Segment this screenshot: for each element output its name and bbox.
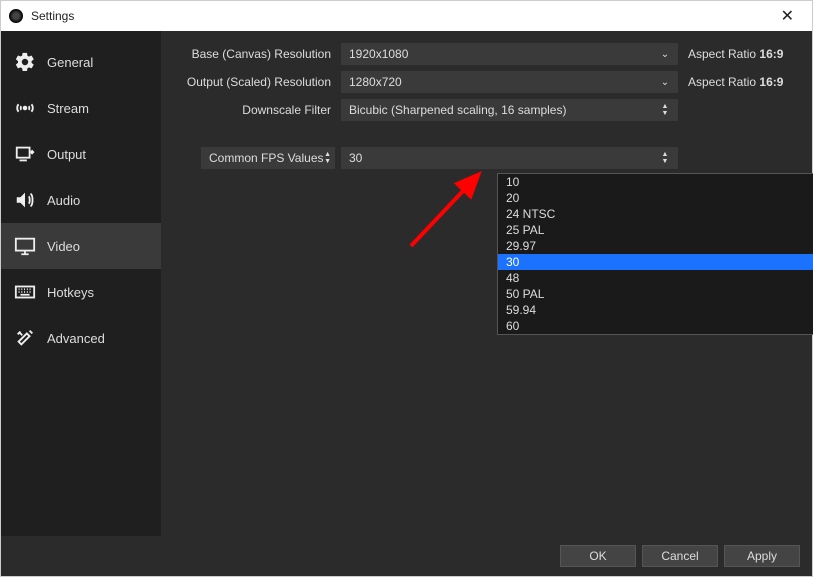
ok-button[interactable]: OK: [560, 545, 636, 567]
sidebar-item-label: Video: [47, 239, 80, 254]
base-resolution-label: Base (Canvas) Resolution: [171, 47, 341, 61]
sidebar-item-hotkeys[interactable]: Hotkeys: [1, 269, 161, 315]
base-aspect: Aspect Ratio 16:9: [678, 47, 802, 61]
sidebar-item-stream[interactable]: Stream: [1, 85, 161, 131]
fps-option[interactable]: 60: [498, 318, 813, 334]
chevron-down-icon: ⌄: [656, 71, 674, 93]
downscale-filter-label: Downscale Filter: [171, 103, 341, 117]
fps-option[interactable]: 10: [498, 174, 813, 190]
gear-icon: [13, 50, 37, 74]
settings-window: Settings ✕ General Stream Output Audio: [0, 0, 813, 577]
speaker-icon: [13, 188, 37, 212]
tools-icon: [13, 326, 37, 350]
fps-type-combo[interactable]: Common FPS Values ▲▼: [201, 147, 335, 169]
stepper-icon: ▲▼: [656, 99, 674, 121]
fps-value: 30: [349, 151, 362, 165]
output-icon: [13, 142, 37, 166]
stepper-icon: ▲▼: [656, 147, 674, 169]
sidebar-item-audio[interactable]: Audio: [1, 177, 161, 223]
fps-option[interactable]: 59.94: [498, 302, 813, 318]
output-resolution-combo[interactable]: 1280x720 ⌄: [341, 71, 678, 93]
fps-option[interactable]: 48: [498, 270, 813, 286]
obs-icon: [9, 9, 23, 23]
window-title: Settings: [31, 9, 74, 23]
base-resolution-value: 1920x1080: [349, 47, 408, 61]
fps-value-combo[interactable]: 30 ▲▼: [341, 147, 678, 169]
annotation-arrow: [401, 166, 501, 256]
sidebar-item-label: Hotkeys: [47, 285, 94, 300]
downscale-filter-value: Bicubic (Sharpened scaling, 16 samples): [349, 103, 566, 117]
base-resolution-combo[interactable]: 1920x1080 ⌄: [341, 43, 678, 65]
apply-button[interactable]: Apply: [724, 545, 800, 567]
fps-option[interactable]: 50 PAL: [498, 286, 813, 302]
downscale-filter-combo[interactable]: Bicubic (Sharpened scaling, 16 samples) …: [341, 99, 678, 121]
sidebar-item-label: Advanced: [47, 331, 105, 346]
fps-dropdown[interactable]: 102024 NTSC25 PAL29.97304850 PAL59.9460: [497, 173, 813, 335]
content-panel: Base (Canvas) Resolution 1920x1080 ⌄ Asp…: [161, 31, 812, 536]
fps-option[interactable]: 29.97: [498, 238, 813, 254]
footer: OK Cancel Apply: [1, 536, 812, 576]
sidebar-item-video[interactable]: Video: [1, 223, 161, 269]
output-aspect: Aspect Ratio 16:9: [678, 75, 802, 89]
stepper-icon: ▲▼: [324, 151, 331, 165]
keyboard-icon: [13, 280, 37, 304]
sidebar-item-label: Output: [47, 147, 86, 162]
sidebar-item-label: General: [47, 55, 93, 70]
fps-option[interactable]: 25 PAL: [498, 222, 813, 238]
chevron-down-icon: ⌄: [656, 43, 674, 65]
close-icon[interactable]: ✕: [771, 2, 804, 30]
fps-type-value: Common FPS Values: [209, 151, 324, 165]
signal-icon: [13, 96, 37, 120]
sidebar-item-output[interactable]: Output: [1, 131, 161, 177]
sidebar-item-label: Stream: [47, 101, 89, 116]
output-resolution-label: Output (Scaled) Resolution: [171, 75, 341, 89]
fps-option[interactable]: 20: [498, 190, 813, 206]
sidebar: General Stream Output Audio Video Hotkey…: [1, 31, 161, 536]
sidebar-item-general[interactable]: General: [1, 39, 161, 85]
titlebar: Settings ✕: [1, 1, 812, 31]
output-resolution-value: 1280x720: [349, 75, 402, 89]
monitor-icon: [13, 234, 37, 258]
sidebar-item-label: Audio: [47, 193, 80, 208]
fps-option[interactable]: 24 NTSC: [498, 206, 813, 222]
cancel-button[interactable]: Cancel: [642, 545, 718, 567]
fps-option[interactable]: 30: [498, 254, 813, 270]
sidebar-item-advanced[interactable]: Advanced: [1, 315, 161, 361]
